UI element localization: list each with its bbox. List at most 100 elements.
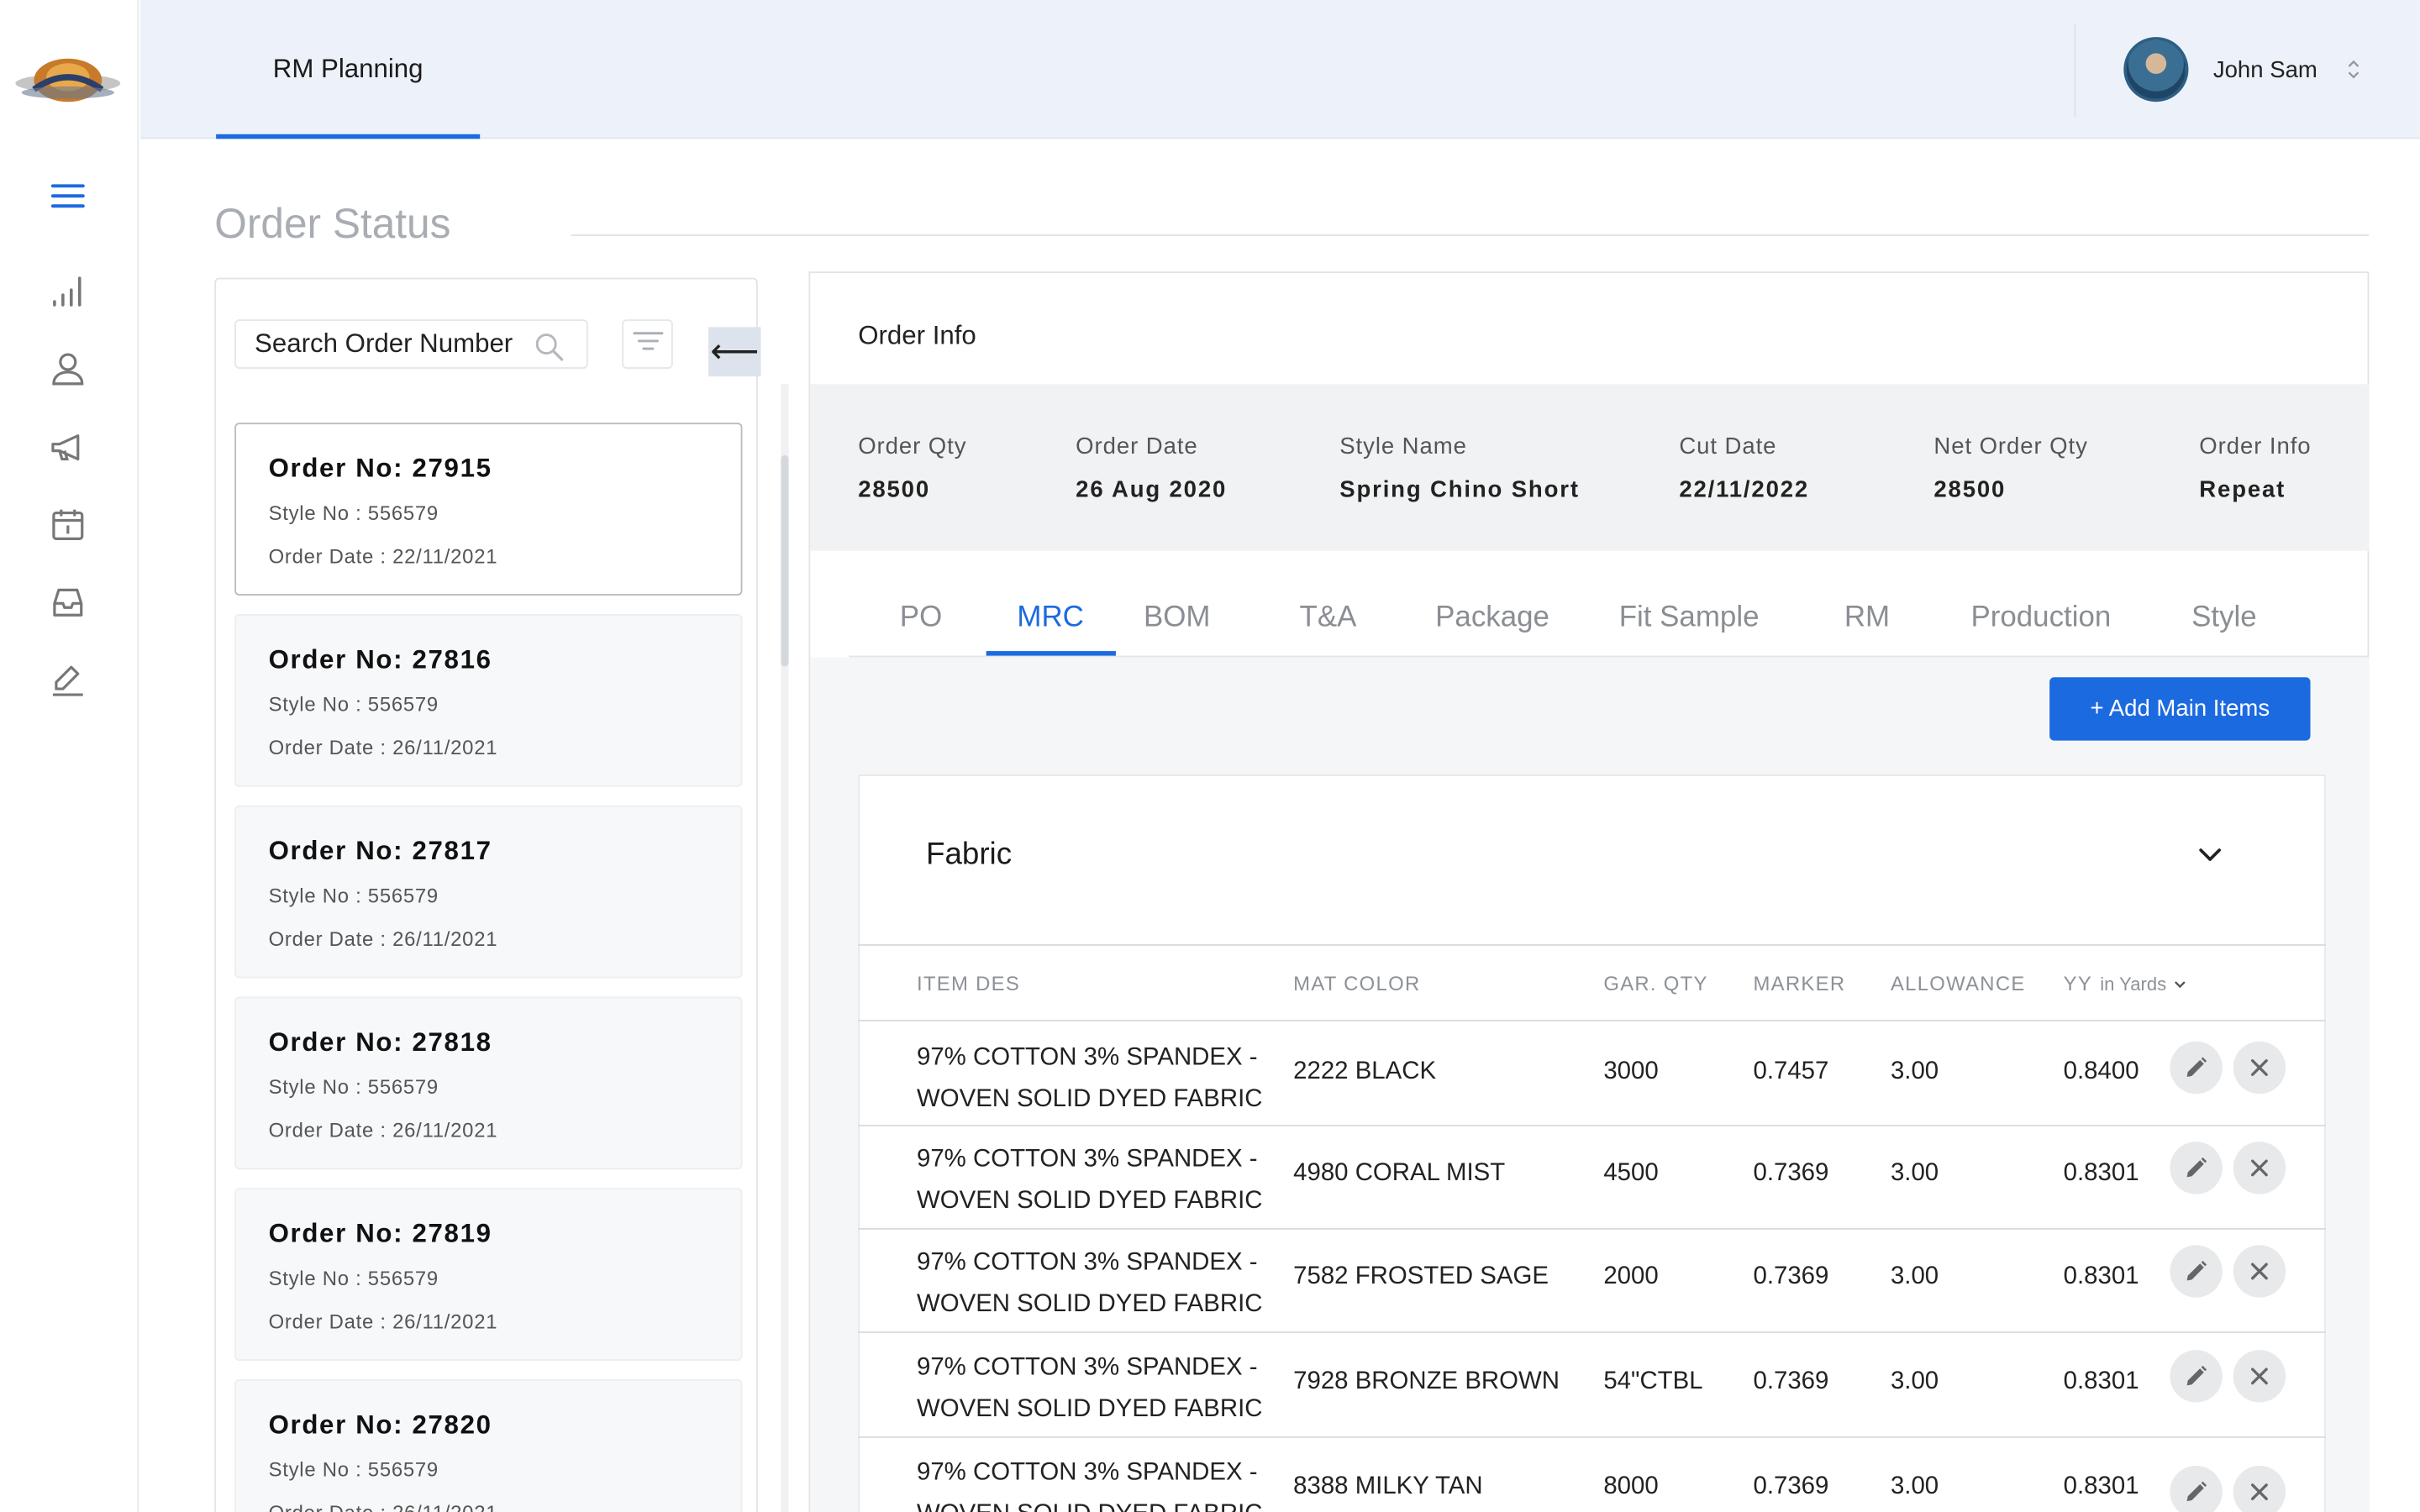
info-cut-date: Cut Date 22/11/2022 [1679,433,1809,503]
cell-allowance: 3.00 [1890,1160,1939,1187]
search-input[interactable] [255,328,529,360]
user-name: John Sam [2212,56,2317,83]
page-title: Order Status [214,200,451,247]
calendar-icon[interactable] [46,503,89,546]
order-info-title: Order Info [858,321,976,350]
close-icon [2251,1368,2268,1385]
order-style-no: Style No : 556579 [268,1075,439,1099]
close-icon [2251,1483,2268,1501]
user-menu[interactable]: John Sam [2123,37,2360,102]
order-date: Order Date : 26/11/2021 [268,1118,498,1142]
chevron-down-icon[interactable] [2173,979,2187,990]
search-field[interactable] [234,319,588,369]
order-card[interactable]: Order No: 27818 Style No : 556579 Order … [234,996,743,1170]
info-value: 22/11/2022 [1679,476,1810,503]
cell-marker: 0.7369 [1753,1473,1829,1500]
order-date: Order Date : 26/11/2021 [269,1501,498,1512]
order-card[interactable]: Order No: 27816 Style No : 556579 Order … [234,614,743,787]
user-icon[interactable] [46,347,89,390]
edit-button[interactable] [2170,1245,2223,1298]
cell-item-des: 97% COTTON 3% SPANDEX - WOVEN SOLID DYED… [917,1347,1263,1430]
cell-item-des: 97% COTTON 3% SPANDEX - WOVEN SOLID DYED… [917,1037,1263,1120]
order-card[interactable]: Order No: 27915 Style No : 556579 Order … [234,423,743,596]
tab-mrc[interactable]: MRC [1017,601,1083,635]
search-icon[interactable] [534,332,565,363]
cell-marker: 0.7457 [1753,1058,1829,1085]
tab-po[interactable]: PO [900,601,942,635]
sidebar [0,0,139,1512]
order-number: Order No: 27819 [268,1218,492,1248]
delete-button[interactable] [2233,1041,2286,1095]
info-label: Cut Date [1679,433,1777,460]
tab-production[interactable]: Production [1970,601,2111,635]
delete-button[interactable] [2233,1245,2286,1298]
delete-button[interactable] [2233,1465,2286,1512]
order-card[interactable]: Order No: 27819 Style No : 556579 Order … [234,1188,743,1361]
filter-button[interactable] [622,319,673,369]
cell-yy: 0.8301 [2063,1263,2139,1290]
cell-mat-color: 4980 CORAL MIST [1293,1160,1506,1187]
collapse-panel-button[interactable]: ⟵ [708,327,761,377]
order-date: Order Date : 26/11/2021 [268,1310,498,1333]
order-card[interactable]: Order No: 27817 Style No : 556579 Order … [234,805,743,979]
cell-gar-qty: 8000 [1603,1473,1659,1500]
cell-allowance: 3.00 [1890,1473,1939,1500]
order-style-no: Style No : 556579 [268,692,439,717]
edit-button[interactable] [2170,1041,2223,1095]
active-tab-indicator [986,651,1116,656]
tab-rm[interactable]: RM [1844,601,1890,635]
chevron-down-icon[interactable] [2191,839,2228,870]
edit-button[interactable] [2170,1142,2223,1194]
megaphone-icon[interactable] [46,426,89,469]
item-des-line1: 97% COTTON 3% SPANDEX - [916,1146,1258,1173]
cell-marker: 0.7369 [1753,1368,1829,1395]
cell-mat-color: 8388 MILKY TAN [1293,1473,1483,1500]
close-icon [2251,1263,2268,1280]
delete-button[interactable] [2233,1350,2286,1403]
cell-yy: 0.8400 [2063,1058,2139,1085]
chevron-updown-icon[interactable] [2345,59,2360,81]
order-style-no: Style No : 556579 [268,501,439,525]
edit-icon[interactable] [46,657,89,700]
cell-mat-color: 2222 BLACK [1293,1058,1437,1085]
cell-mat-color: 7582 FROSTED SAGE [1293,1263,1549,1290]
edit-button[interactable] [2170,1350,2223,1403]
avatar[interactable] [2123,37,2189,102]
add-main-items-button[interactable]: + Add Main Items [2049,677,2311,741]
logo-icon [13,43,124,117]
info-label: Order Qty [858,433,967,460]
title-divider [571,234,2370,237]
tab-fit-sample[interactable]: Fit Sample [1619,601,1760,635]
menu-icon[interactable] [46,175,89,218]
column-header-yy[interactable]: YY in Yards [2064,972,2187,995]
order-date: Order Date : 26/11/2021 [268,927,498,951]
cell-item-des: 97% COTTON 3% SPANDEX - WOVEN SOLID DYED… [917,1138,1263,1221]
pencil-icon [2186,1157,2207,1178]
inbox-icon[interactable] [46,580,89,623]
table-row: 97% COTTON 3% SPANDEX - WOVEN SOLID DYED… [858,1228,2326,1331]
order-style-no: Style No : 556579 [268,884,439,907]
order-number: Order No: 27915 [268,453,492,483]
tab-style[interactable]: Style [2191,601,2257,635]
edit-button[interactable] [2170,1465,2223,1512]
bar-chart-icon[interactable] [46,270,89,312]
cell-mat-color: 7928 BRONZE BROWN [1293,1368,1560,1395]
order-card[interactable]: Order No: 27820 Style No : 556579 Order … [234,1379,743,1512]
cell-item-des: 97% COTTON 3% SPANDEX - WOVEN SOLID DYED… [917,1242,1263,1326]
item-des-line2: WOVEN SOLID DYED FABRIC [917,1494,1263,1512]
order-number: Order No: 27820 [268,1410,492,1440]
scrollbar-thumb[interactable] [781,454,789,667]
tab-rm-planning[interactable]: RM Planning [216,0,481,139]
item-des-line2: WOVEN SOLID DYED FABRIC [916,1086,1263,1113]
tab-ta[interactable]: T&A [1300,601,1357,635]
pencil-icon [2186,1260,2207,1281]
top-header: RM Planning John Sam [140,0,2420,139]
tab-package[interactable]: Package [1435,601,1549,635]
cell-gar-qty: 54"CTBL [1603,1368,1703,1395]
cell-allowance: 3.00 [1890,1058,1939,1085]
info-value: 28500 [858,476,931,503]
cell-yy: 0.8301 [2063,1473,2139,1500]
tab-bom[interactable]: BOM [1144,601,1210,635]
delete-button[interactable] [2233,1142,2286,1194]
cell-gar-qty: 3000 [1603,1058,1659,1085]
